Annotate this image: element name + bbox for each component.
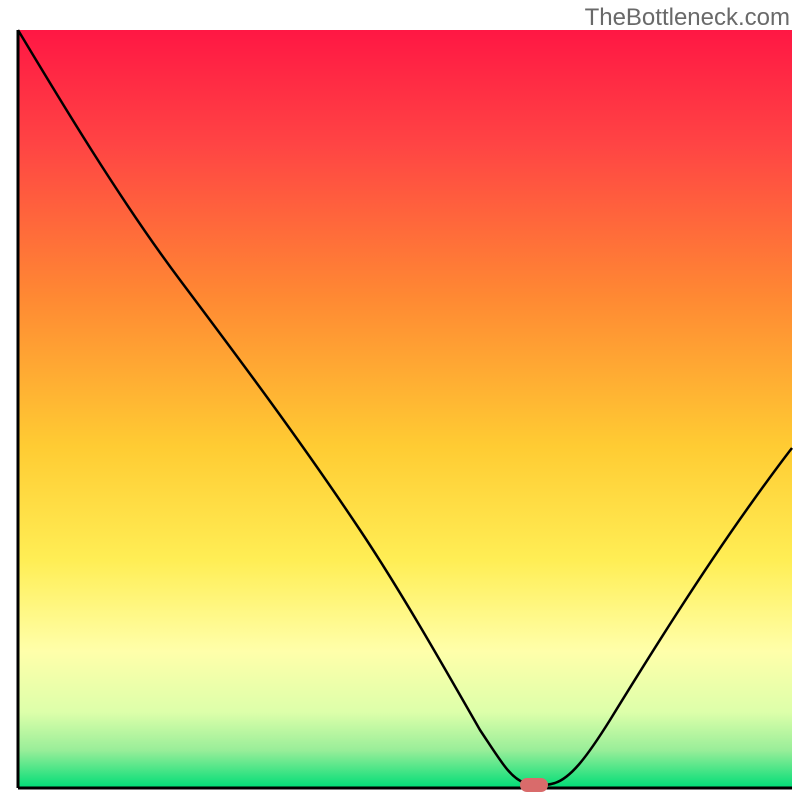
- optimal-marker: [520, 778, 548, 792]
- bottleneck-chart: [0, 0, 800, 800]
- chart-container: TheBottleneck.com: [0, 0, 800, 800]
- watermark-text: TheBottleneck.com: [585, 4, 790, 32]
- chart-background: [18, 30, 792, 788]
